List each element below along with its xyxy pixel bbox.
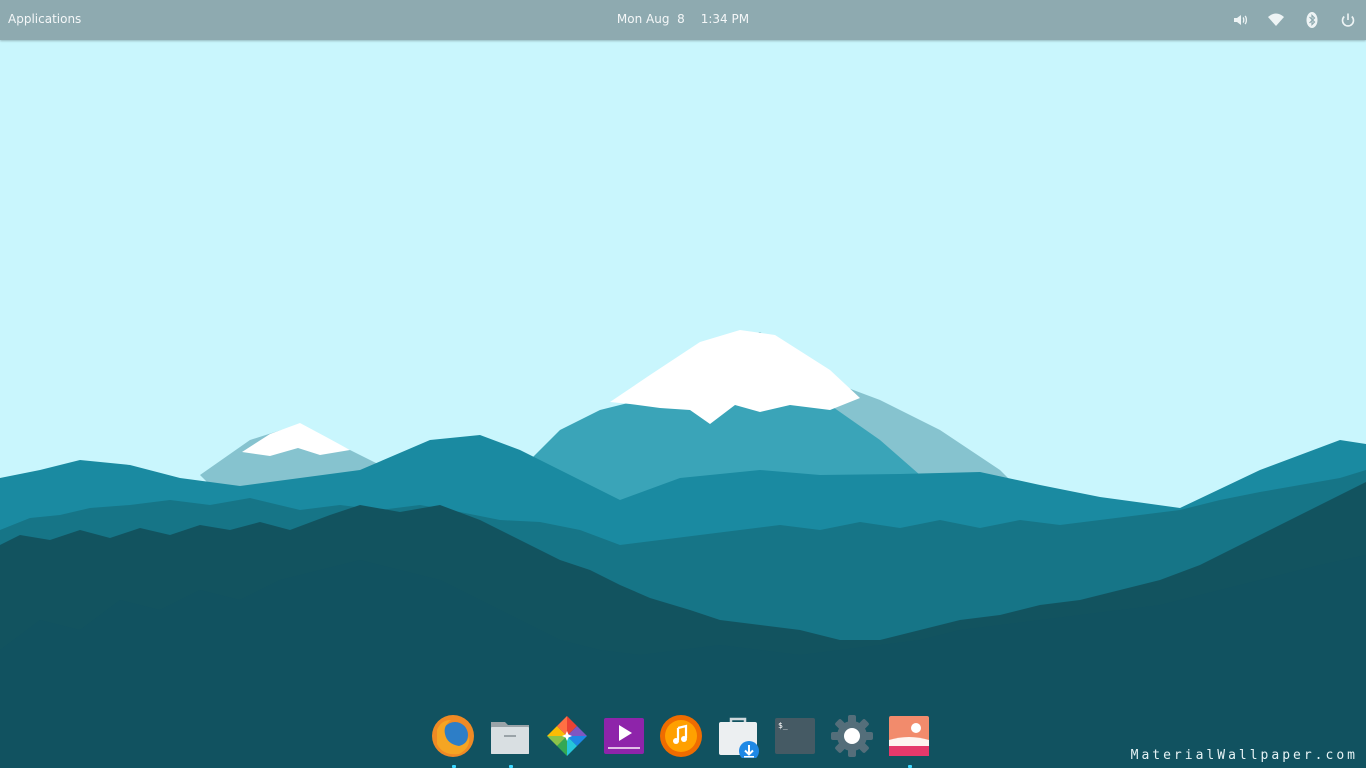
dock-item-photos[interactable] <box>545 714 589 758</box>
wifi-icon[interactable] <box>1267 11 1285 29</box>
folder-icon <box>491 722 529 754</box>
terminal-glyph: $_ <box>778 721 788 730</box>
clock-date[interactable]: Mon Aug 8 <box>617 12 685 26</box>
music-icon <box>660 715 702 757</box>
terminal-icon: $_ <box>775 718 815 754</box>
dock-item-files[interactable] <box>488 714 532 758</box>
dock-item-wallpaper[interactable] <box>887 714 931 758</box>
photos-pinwheel-icon <box>547 716 587 756</box>
volume-icon[interactable] <box>1231 11 1249 29</box>
power-icon[interactable] <box>1339 11 1357 29</box>
dock-item-videos[interactable] <box>602 714 646 758</box>
video-player-icon <box>604 718 644 754</box>
dock-item-music[interactable] <box>659 714 703 758</box>
gear-icon <box>831 715 873 757</box>
top-panel: Applications Mon Aug 8 1:34 PM <box>0 0 1366 40</box>
wallpaper-image-icon <box>889 716 929 756</box>
wallpaper-watermark: MaterialWallpaper.com <box>1130 748 1358 763</box>
bluetooth-icon[interactable] <box>1303 11 1321 29</box>
app-center-bag-icon <box>719 717 759 758</box>
dock: $_ <box>426 708 940 768</box>
dock-item-terminal[interactable]: $_ <box>773 714 817 758</box>
clock-time[interactable]: 1:34 PM <box>701 12 749 26</box>
dock-item-app-center[interactable] <box>716 714 760 758</box>
dock-item-firefox[interactable] <box>431 714 475 758</box>
dock-item-settings[interactable] <box>830 714 874 758</box>
desktop-wallpaper <box>0 0 1366 768</box>
applications-menu-button[interactable]: Applications <box>8 12 81 26</box>
firefox-icon <box>432 715 474 757</box>
clock: Mon Aug 8 1:34 PM <box>0 12 1366 26</box>
